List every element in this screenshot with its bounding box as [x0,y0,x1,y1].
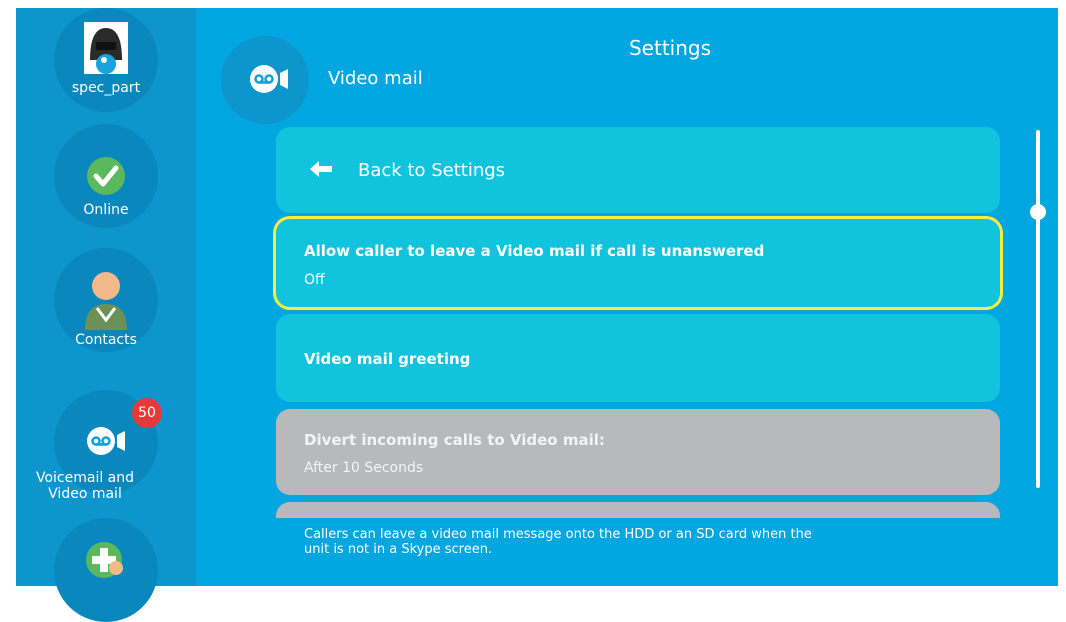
setting-title: Video mail greeting [304,350,471,368]
sidebar-item-voicemail[interactable]: 50 Voicemail and Video mail [16,390,196,510]
voicemail-icon [249,64,289,98]
help-text: Callers can leave a video mail message o… [304,527,812,557]
header-voicemail-badge [221,36,309,124]
allow-video-mail-setting[interactable]: Allow caller to leave a Video mail if ca… [276,219,1000,307]
scrollbar-track[interactable] [1036,130,1040,488]
sidebar-item-online[interactable]: Online [16,124,196,234]
avatar-icon [82,20,130,80]
setting-value: After 10 Seconds [304,460,424,476]
voicemail-icon [86,426,126,460]
sidebar-item-profile[interactable]: spec_part [16,8,196,126]
setting-title: Divert incoming calls to Video mail: [304,431,605,449]
sidebar: spec_part Online Contacts 50 Voicemail a… [16,8,196,622]
sidebar-item-label: Contacts [75,332,137,348]
sidebar-item-label: Online [83,202,129,218]
setting-value: Off [304,272,325,288]
sidebar-item-contacts[interactable]: Contacts [16,248,196,368]
notification-badge: 50 [132,398,162,428]
sidebar-item-label: spec_part [71,80,141,96]
sidebar-item-label: Voicemail and Video mail [35,470,135,502]
video-mail-greeting-setting[interactable]: Video mail greeting [276,314,1000,402]
back-arrow-icon [310,161,332,181]
online-check-icon [86,156,126,200]
setting-title: Allow caller to leave a Video mail if ca… [304,242,765,260]
page-subtitle: Video mail [328,68,423,89]
divert-calls-setting[interactable]: Divert incoming calls to Video mail: Aft… [276,409,1000,495]
contacts-icon [81,270,131,334]
page-title: Settings [628,36,712,60]
back-to-settings-button[interactable]: Back to Settings [276,127,1000,213]
sidebar-item-add-contact[interactable] [16,518,196,622]
back-to-settings-label: Back to Settings [358,160,506,181]
next-setting-partial[interactable] [276,502,1000,518]
add-contact-icon [84,538,128,586]
